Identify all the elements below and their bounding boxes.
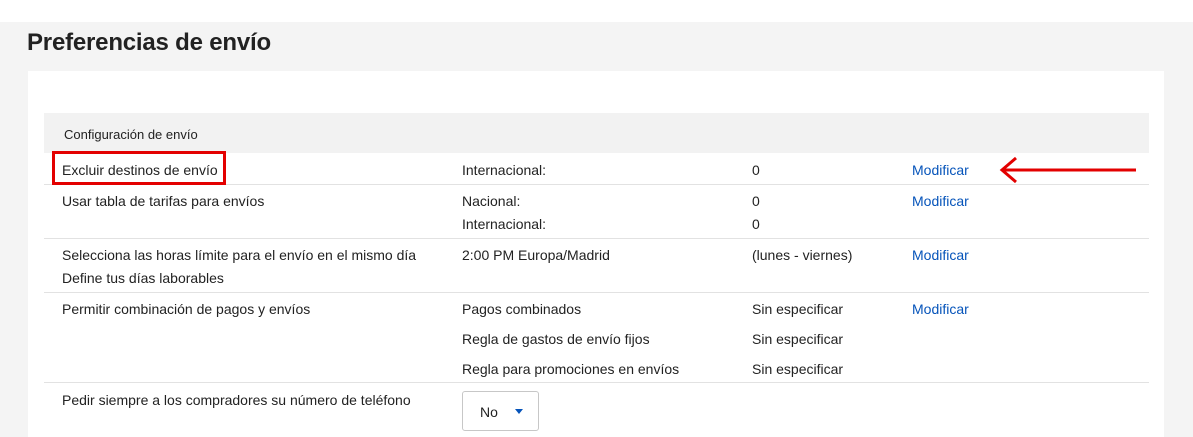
combined-payments-modify-link[interactable]: Modificar (912, 301, 969, 317)
working-days-value: (lunes - viernes) (752, 247, 853, 263)
page-title: Preferencias de envío (27, 29, 271, 56)
rate-table-international-key: Internacional: (462, 216, 547, 232)
row-divider (44, 292, 1149, 293)
combined-payments-value: Sin especificar (752, 301, 844, 317)
rate-table-national-value: 0 (752, 193, 760, 209)
caret-down-icon (515, 409, 523, 414)
shipping-promotion-rule-value: Sin especificar (752, 361, 844, 377)
require-phone-select-value: No (480, 404, 498, 420)
left-arrow-icon (999, 156, 1136, 184)
require-phone-label: Pedir siempre a los compradores su númer… (62, 392, 411, 408)
exclude-international-value: 0 (752, 162, 760, 178)
section-title: Configuración de envío (64, 127, 198, 142)
rate-table-label: Usar tabla de tarifas para envíos (62, 193, 265, 209)
section-header (44, 113, 1149, 153)
rate-table-modify-link[interactable]: Modificar (912, 193, 969, 209)
shipping-promotion-rule-key: Regla para promociones en envíos (462, 361, 680, 377)
exclude-destinations-modify-link[interactable]: Modificar (912, 162, 969, 178)
rate-table-national-key: Nacional: (462, 193, 521, 209)
working-days-label: Define tus días laborables (62, 270, 224, 286)
require-phone-select[interactable]: No (462, 391, 539, 431)
cutoff-time-value: 2:00 PM Europa/Madrid (462, 247, 610, 263)
cutoff-modify-link[interactable]: Modificar (912, 247, 969, 263)
combined-payments-key: Pagos combinados (462, 301, 582, 317)
combined-payments-label: Permitir combinación de pagos y envíos (62, 301, 311, 317)
rate-table-international-value: 0 (752, 216, 760, 232)
cutoff-time-label: Selecciona las horas límite para el enví… (62, 247, 417, 263)
flat-shipping-rule-key: Regla de gastos de envío fijos (462, 331, 650, 347)
row-divider (44, 382, 1149, 383)
row-divider (44, 238, 1149, 239)
exclude-international-key: Internacional: (462, 162, 547, 178)
highlight-box (52, 151, 226, 185)
flat-shipping-rule-value: Sin especificar (752, 331, 844, 347)
